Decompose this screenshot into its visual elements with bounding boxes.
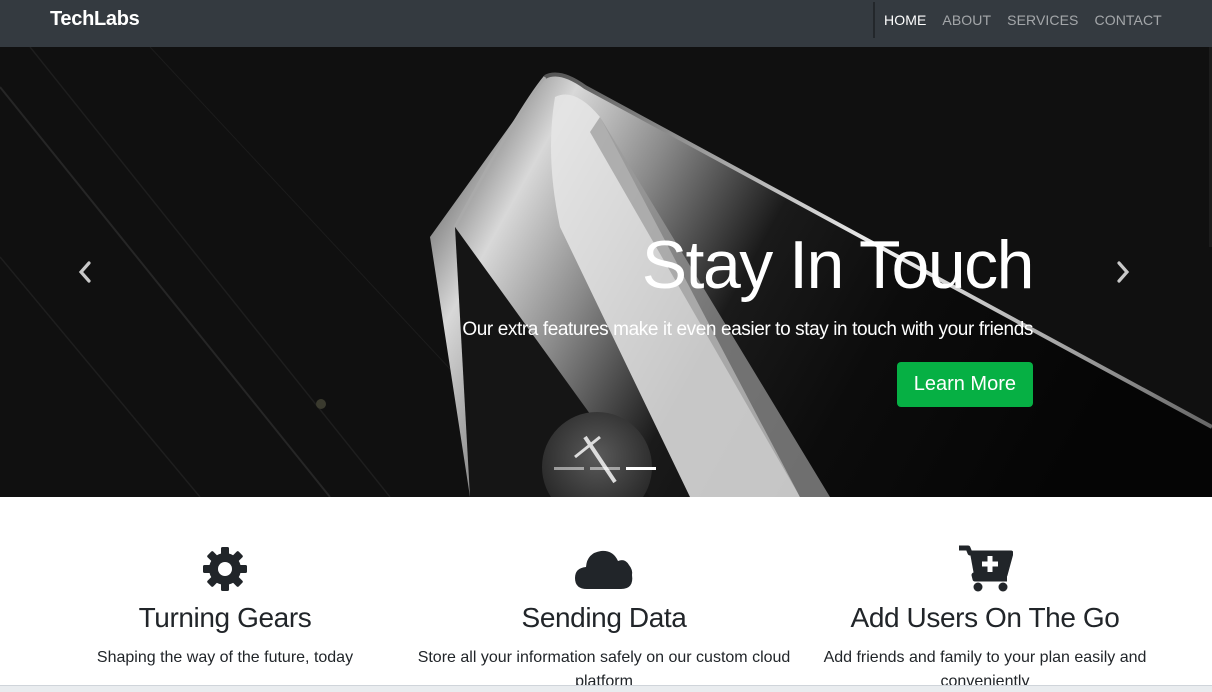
carousel-indicator-1[interactable] [554,467,584,470]
chevron-right-icon [1117,261,1130,283]
feature-sending-data: Sending Data Store all your information … [414,545,794,692]
learn-more-button[interactable]: Learn More [896,362,1033,407]
feature-title: Sending Data [521,602,687,633]
gear-icon [203,547,247,591]
carousel-title: Stay In Touch [641,227,1035,303]
nav-divider [873,2,875,38]
chevron-left-icon [78,261,91,283]
nav-link-contact[interactable]: CONTACT [1095,12,1162,28]
brand-logo[interactable]: TechLabs [50,8,140,31]
carousel-next-button[interactable] [1108,257,1138,287]
feature-title: Turning Gears [138,602,312,633]
carousel-caption: Stay In Touch Our extra features make it… [462,225,1035,407]
feature-turning-gears: Turning Gears Shaping the way of the fut… [35,545,415,670]
cloud-icon [575,550,633,589]
cart-plus-icon [959,545,1013,592]
carousel-subtitle: Our extra features make it even easier t… [462,319,1033,340]
bottom-scroll-edge [0,685,1212,692]
nav-links: HOME ABOUT SERVICES CONTACT [884,12,1162,28]
nav-link-home[interactable]: HOME [884,12,926,28]
hero-carousel: Stay In Touch Our extra features make it… [0,47,1212,497]
nav-link-services[interactable]: SERVICES [1007,12,1078,28]
carousel-prev-button[interactable] [70,257,100,287]
carousel-indicators [554,467,656,470]
feature-add-users: Add Users On The Go Add friends and fami… [795,545,1175,692]
feature-text: Shaping the way of the future, today [96,649,354,666]
carousel-indicator-3[interactable] [626,467,656,470]
feature-title: Add Users On The Go [850,602,1120,633]
nav-link-about[interactable]: ABOUT [942,12,991,28]
carousel-indicator-2[interactable] [590,467,620,470]
features-section: Turning Gears Shaping the way of the fut… [0,497,1212,692]
navbar: TechLabs HOME ABOUT SERVICES CONTACT [0,0,1212,47]
